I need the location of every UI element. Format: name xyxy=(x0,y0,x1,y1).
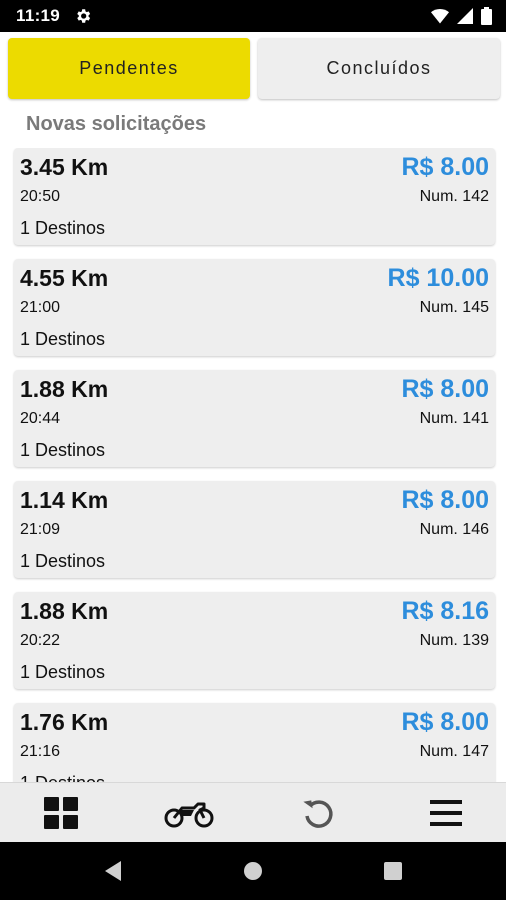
request-destinations: 1 Destinos xyxy=(20,440,106,460)
request-price: R$ 8.00 xyxy=(401,153,489,181)
request-number: Num. 142 xyxy=(419,188,489,205)
motorcycle-icon xyxy=(164,802,214,828)
home-icon xyxy=(244,862,262,880)
wifi-icon xyxy=(431,9,449,24)
request-number: Num. 141 xyxy=(419,410,489,427)
nav-menu-button[interactable] xyxy=(416,795,476,831)
system-nav-bar xyxy=(0,842,506,900)
system-home-button[interactable] xyxy=(241,859,265,883)
recents-icon xyxy=(384,862,402,880)
request-number: Num. 139 xyxy=(419,632,489,649)
gear-icon xyxy=(77,9,91,23)
request-card[interactable]: 1.88 Km 20:22 1 Destinos R$ 8.16 Num. 13… xyxy=(14,592,495,689)
request-price: R$ 8.16 xyxy=(401,597,489,625)
grid-icon xyxy=(44,797,78,829)
system-recents-button[interactable] xyxy=(381,859,405,883)
status-time: 11:19 xyxy=(16,6,61,25)
status-icons xyxy=(431,7,492,25)
tab-bar: Pendentes Concluídos xyxy=(8,38,500,99)
request-price: R$ 8.00 xyxy=(401,708,489,736)
request-destinations: 1 Destinos xyxy=(20,662,106,682)
status-bar: 11:19 xyxy=(0,0,506,32)
bottom-nav xyxy=(0,782,506,843)
request-destinations: 1 Destinos xyxy=(20,218,106,238)
request-card[interactable]: 1.76 Km 21:16 1 Destinos R$ 8.00 Num. 14… xyxy=(14,703,495,782)
request-card[interactable]: 1.88 Km 20:44 1 Destinos R$ 8.00 Num. 14… xyxy=(14,370,495,467)
request-card[interactable]: 4.55 Km 21:00 1 Destinos R$ 10.00 Num. 1… xyxy=(14,259,495,356)
request-distance: 1.76 Km xyxy=(20,709,109,735)
nav-deliveries-button[interactable] xyxy=(159,795,219,831)
request-time: 21:16 xyxy=(20,743,61,760)
request-number: Num. 147 xyxy=(419,743,489,760)
tab-pendentes[interactable]: Pendentes xyxy=(8,38,250,99)
request-time: 20:50 xyxy=(20,188,61,205)
request-destinations: 1 Destinos xyxy=(20,329,106,349)
system-back-button[interactable] xyxy=(101,859,125,883)
request-distance: 1.88 Km xyxy=(20,598,109,624)
request-number: Num. 146 xyxy=(419,521,489,538)
request-card[interactable]: 3.45 Km 20:50 1 Destinos R$ 8.00 Num. 14… xyxy=(14,148,495,245)
request-distance: 4.55 Km xyxy=(20,265,109,291)
request-number: Num. 145 xyxy=(419,299,489,316)
section-title: Novas solicitações xyxy=(26,113,207,135)
tab-concluidos[interactable]: Concluídos xyxy=(258,38,500,99)
request-list[interactable]: 3.45 Km 20:50 1 Destinos R$ 8.00 Num. 14… xyxy=(0,148,506,782)
request-time: 20:44 xyxy=(20,410,61,427)
back-icon xyxy=(105,861,121,881)
request-price: R$ 8.00 xyxy=(401,486,489,514)
nav-dashboard-button[interactable] xyxy=(31,795,91,831)
refresh-icon xyxy=(303,800,333,828)
nav-history-button[interactable] xyxy=(288,795,348,831)
signal-icon xyxy=(457,8,473,24)
request-distance: 1.14 Km xyxy=(20,487,109,513)
battery-icon xyxy=(481,7,492,25)
request-price: R$ 10.00 xyxy=(387,264,489,292)
request-time: 21:00 xyxy=(20,299,61,316)
request-time: 21:09 xyxy=(20,521,61,538)
request-distance: 1.88 Km xyxy=(20,376,109,402)
request-time: 20:22 xyxy=(20,632,61,649)
menu-icon xyxy=(430,800,462,826)
request-card[interactable]: 1.14 Km 21:09 1 Destinos R$ 8.00 Num. 14… xyxy=(14,481,495,578)
request-destinations: 1 Destinos xyxy=(20,551,106,571)
request-destinations: 1 Destinos xyxy=(20,773,105,782)
request-price: R$ 8.00 xyxy=(401,375,489,403)
request-distance: 3.45 Km xyxy=(20,154,109,180)
